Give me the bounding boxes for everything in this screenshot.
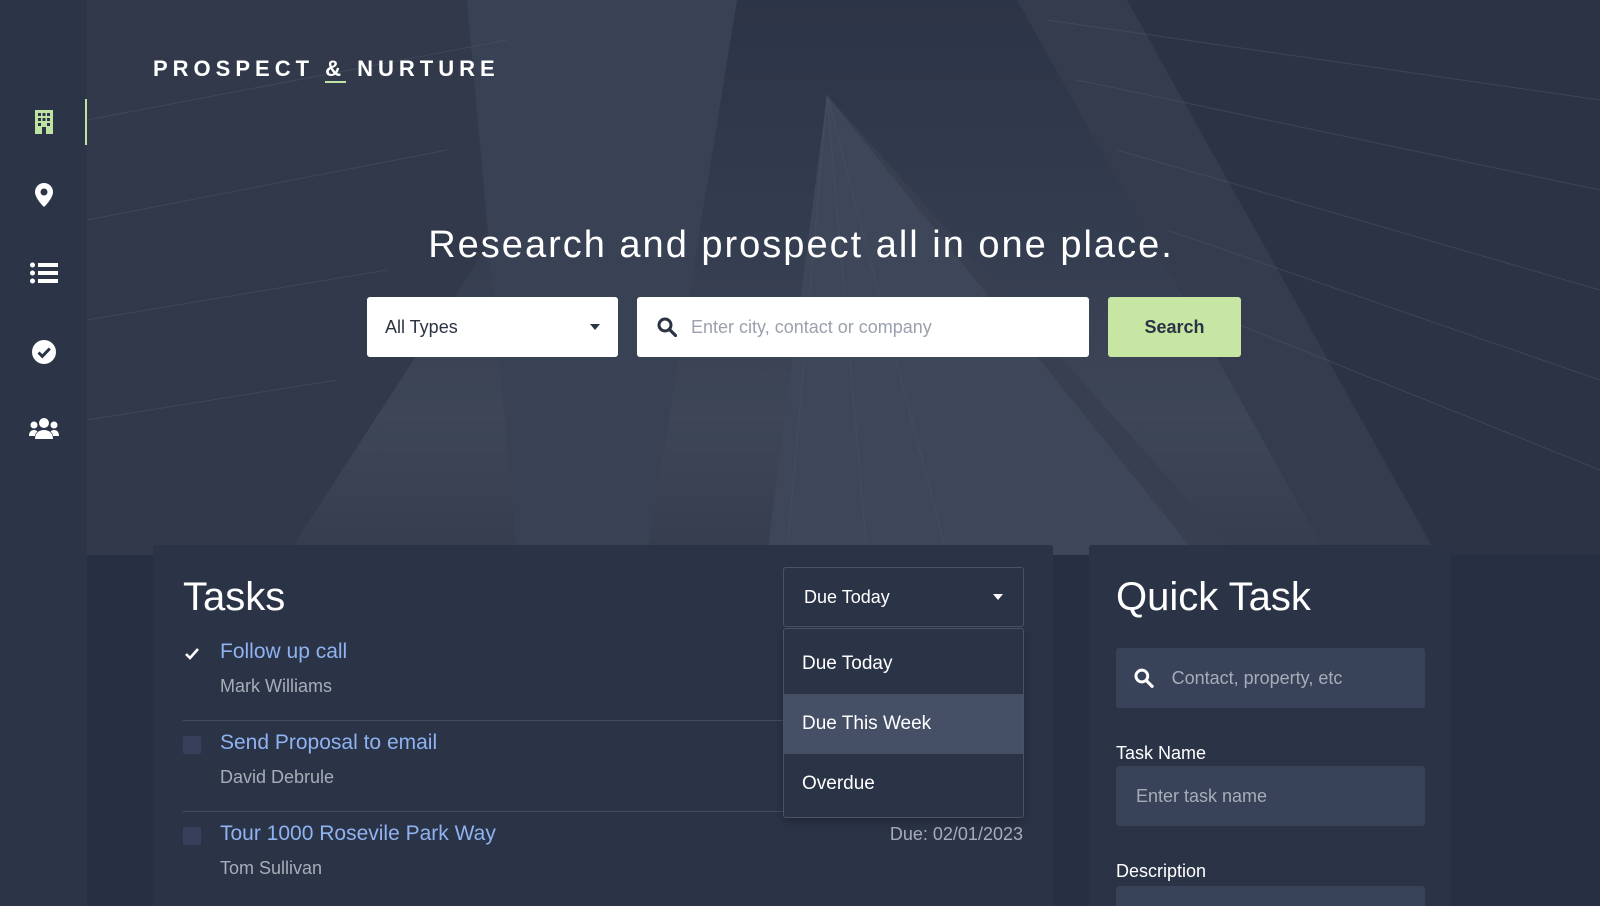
filter-option-overdue[interactable]: Overdue (784, 754, 1023, 814)
nav-map[interactable] (0, 172, 87, 218)
caret-down-icon (590, 324, 600, 330)
description-field (1116, 886, 1425, 906)
tasks-title: Tasks (183, 575, 286, 619)
filter-option-due-this-week[interactable]: Due This Week (784, 694, 1023, 754)
quick-task-search (1116, 648, 1425, 708)
hero-headline: Research and prospect all in one place. (428, 224, 1174, 266)
search-icon (1134, 668, 1154, 688)
quick-task-panel: Quick Task Task Name Description (1089, 545, 1451, 906)
hero-banner: PROSPECT & NURTURE Research and prospect… (87, 0, 1600, 555)
search-button[interactable]: Search (1108, 297, 1241, 357)
task-row: Tour 1000 Rosevile Park Way Tom Sullivan… (183, 809, 1023, 897)
tasks-filter-select[interactable]: Due Today (783, 567, 1024, 627)
nav-contacts[interactable] (0, 405, 87, 451)
users-icon (28, 418, 59, 439)
quick-task-search-input[interactable] (1171, 667, 1407, 689)
sidebar (0, 0, 87, 906)
task-contact: David Debrule (220, 767, 335, 787)
filter-option-due-today[interactable]: Due Today (784, 634, 1023, 694)
hero-overlay (87, 0, 1600, 555)
task-name-label: Task Name (1116, 743, 1207, 763)
brand-ampersand: & (325, 56, 347, 83)
task-checkbox[interactable] (183, 827, 201, 845)
search-box (637, 297, 1089, 357)
list-icon (29, 262, 58, 284)
nav-tasks[interactable] (0, 329, 87, 375)
brand-logo[interactable]: PROSPECT & NURTURE (153, 56, 500, 83)
brand-text-nurture: NURTURE (346, 56, 500, 81)
task-due-date: Due: 02/01/2023 (889, 824, 1023, 844)
task-contact: Mark Williams (220, 676, 332, 696)
nav-properties[interactable] (0, 99, 87, 145)
map-pin-icon (34, 183, 53, 207)
quick-task-title: Quick Task (1116, 575, 1311, 619)
task-checkbox[interactable] (183, 645, 201, 663)
checkmark-icon (185, 648, 199, 660)
task-name-field (1116, 766, 1425, 826)
task-title[interactable]: Follow up call (220, 640, 347, 664)
tasks-filter-menu: Due Today Due This Week Overdue (783, 628, 1024, 818)
tasks-filter-value: Due Today (804, 586, 890, 607)
type-select[interactable]: All Types (367, 297, 618, 357)
nav-lists[interactable] (0, 250, 87, 296)
task-title[interactable]: Tour 1000 Rosevile Park Way (220, 822, 496, 846)
caret-down-icon (993, 594, 1003, 600)
building-icon (34, 110, 53, 134)
type-select-value: All Types (385, 316, 458, 337)
check-circle-icon (31, 340, 56, 364)
task-name-input[interactable] (1136, 785, 1405, 807)
search-icon (657, 317, 677, 337)
task-checkbox[interactable] (183, 736, 201, 754)
task-contact: Tom Sullivan (220, 858, 323, 878)
description-label: Description (1116, 861, 1207, 881)
search-input[interactable] (691, 316, 1061, 338)
task-title[interactable]: Send Proposal to email (220, 731, 437, 755)
brand-text-prospect: PROSPECT (153, 56, 326, 81)
